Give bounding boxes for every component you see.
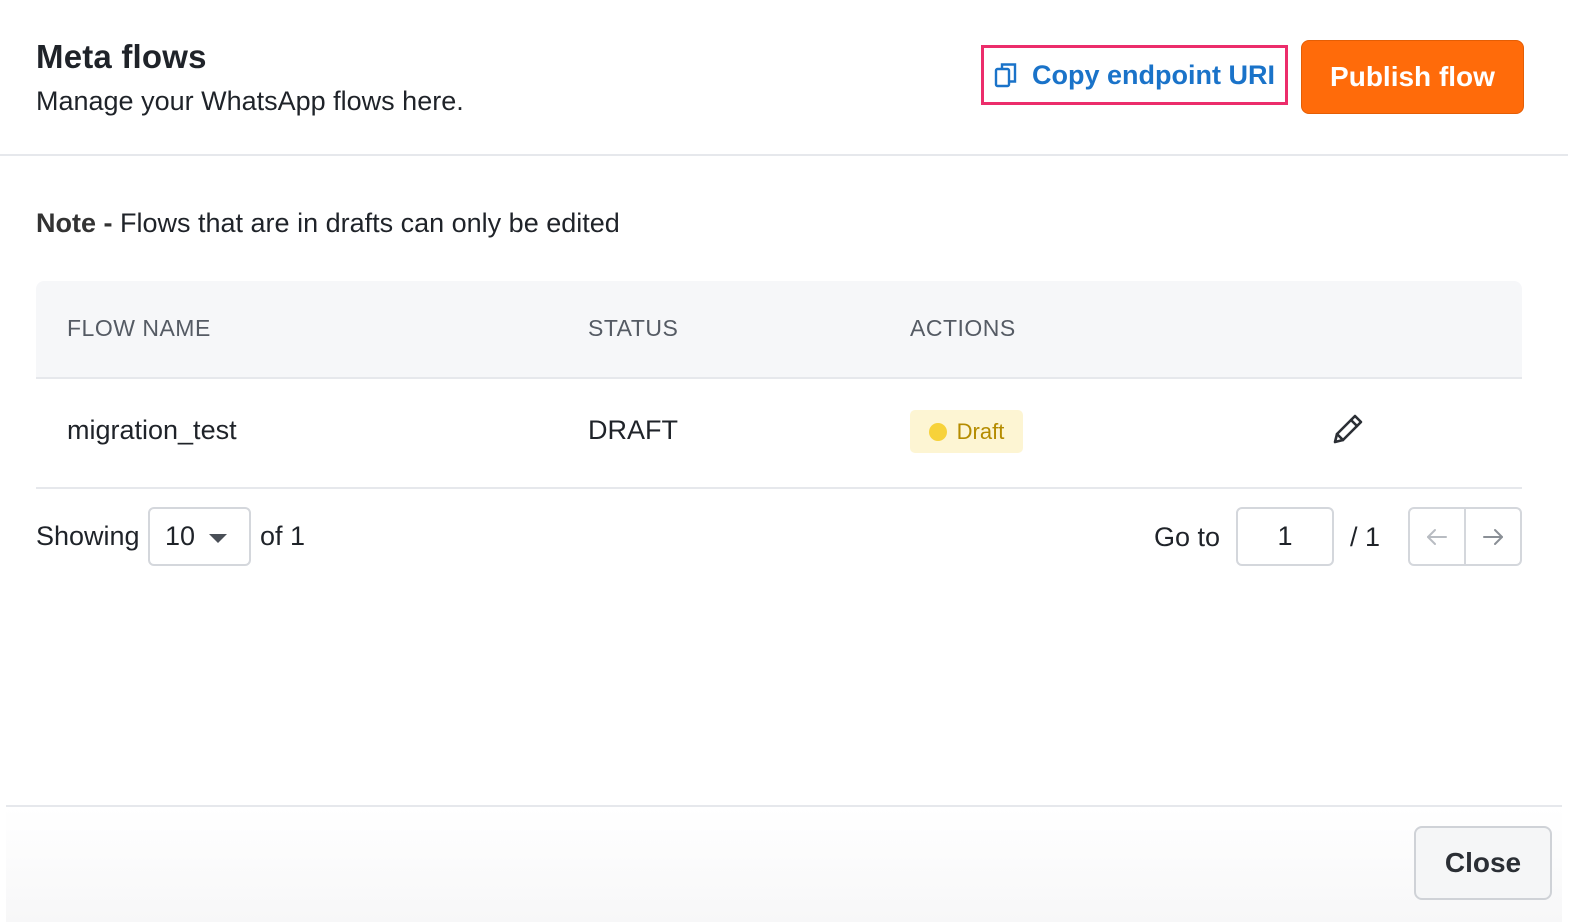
status-badge-label: Draft xyxy=(956,418,1005,444)
table-header: FLOW NAME STATUS ACTIONS xyxy=(36,281,1522,379)
arrow-right-icon xyxy=(1483,528,1503,545)
page-size-value: 10 xyxy=(165,521,196,551)
copy-endpoint-uri-label: Copy endpoint URI xyxy=(1032,59,1275,90)
status-badge: Draft xyxy=(910,410,1023,453)
meta-flows-modal: Meta flows Manage your WhatsApp flows he… xyxy=(0,0,1586,922)
chevron-down-icon xyxy=(209,534,227,543)
note-label: Note - xyxy=(36,208,113,238)
goto-label: Go to xyxy=(1154,522,1221,552)
column-header-actions: ACTIONS xyxy=(910,315,1016,341)
next-page-button[interactable] xyxy=(1464,509,1520,564)
page-title: Meta flows xyxy=(36,38,207,75)
pager-buttons xyxy=(1408,507,1522,566)
total-pages-label: / 1 xyxy=(1350,522,1381,552)
copy-icon xyxy=(994,61,1018,89)
flows-table: FLOW NAME STATUS ACTIONS migration_test … xyxy=(36,281,1522,489)
pencil-icon[interactable] xyxy=(1330,411,1366,447)
copy-endpoint-uri-button[interactable]: Copy endpoint URI xyxy=(981,45,1288,105)
drafts-note: Note - Flows that are in drafts can only… xyxy=(36,208,620,239)
arrow-left-icon xyxy=(1427,528,1447,545)
publish-flow-button[interactable]: Publish flow xyxy=(1301,40,1524,114)
column-header-status: STATUS xyxy=(588,315,679,341)
page-subtitle: Manage your WhatsApp flows here. xyxy=(36,86,464,116)
flow-name-cell: migration_test xyxy=(67,415,237,445)
note-text: Flows that are in drafts can only be edi… xyxy=(112,208,620,238)
page-size-select[interactable]: 10 xyxy=(148,507,251,566)
status-cell: DRAFT xyxy=(588,415,678,445)
column-header-flow-name: FLOW NAME xyxy=(67,315,211,341)
modal-header: Meta flows Manage your WhatsApp flows he… xyxy=(0,0,1568,156)
table-row: migration_test DRAFT Draft xyxy=(36,379,1522,489)
close-button[interactable]: Close xyxy=(1414,826,1552,900)
goto-page-input[interactable] xyxy=(1236,507,1334,566)
total-count-label: of 1 xyxy=(260,521,306,551)
modal-footer: Close xyxy=(6,805,1562,922)
showing-label: Showing xyxy=(36,521,140,551)
status-dot-icon xyxy=(928,422,947,441)
prev-page-button[interactable] xyxy=(1410,509,1464,564)
